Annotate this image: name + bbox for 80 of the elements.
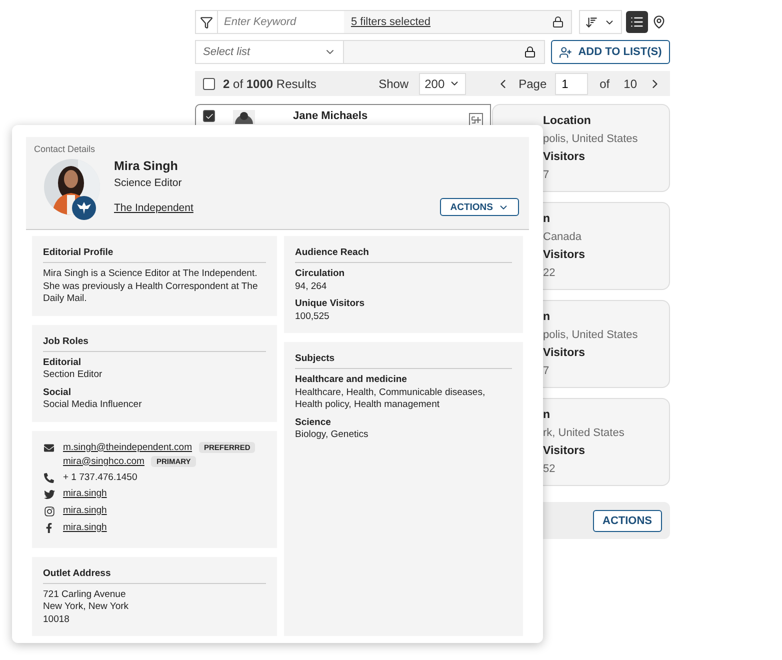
field-value: Social Media Influencer xyxy=(43,399,143,412)
card-value: 52 xyxy=(543,462,556,477)
card-value: 22 xyxy=(543,266,556,281)
card-value: rk, United States xyxy=(543,426,626,441)
twitter-icon xyxy=(44,488,54,500)
card-value: polis, United States xyxy=(543,328,639,343)
card-label: n xyxy=(543,310,552,325)
page-field[interactable]: 1 xyxy=(554,72,588,94)
email-icon xyxy=(44,442,54,452)
card-label: Visitors xyxy=(543,444,586,459)
field-label: Healthcare and medicine xyxy=(295,374,408,386)
add-to-list-button[interactable]: ADD TO LIST(S) xyxy=(551,40,670,64)
address-line: 10018 xyxy=(43,614,70,626)
bird-icon xyxy=(72,196,96,220)
field-label: Science xyxy=(295,416,332,429)
actions-button[interactable]: ACTIONS xyxy=(440,198,519,216)
card-label: Visitors xyxy=(543,248,586,263)
page-size-select[interactable]: 200 xyxy=(418,72,466,94)
list-view-icon xyxy=(630,15,644,29)
card-label: Visitors xyxy=(543,150,586,165)
email-link[interactable]: mira@singhco.com xyxy=(63,456,144,466)
field-value: 94, 264 xyxy=(295,280,328,293)
card-label: Location xyxy=(543,114,592,129)
sort-dropdown[interactable] xyxy=(579,10,622,34)
contact-name: Jane Michaels xyxy=(293,110,368,122)
field-label: Social xyxy=(43,386,72,399)
page-count: 10 xyxy=(624,76,637,90)
field-value: Biology, Genetics xyxy=(295,429,370,442)
select-all-checkbox[interactable] xyxy=(203,78,215,90)
phone-number: + 1 737.476.1450 xyxy=(63,472,138,482)
contact-name: Mira Singh xyxy=(114,159,179,173)
section-title: Contact Details xyxy=(34,144,96,154)
lock-icon xyxy=(524,46,536,58)
panel-heading: Job Roles xyxy=(43,336,266,352)
card-label: n xyxy=(543,408,552,423)
field-value: Healthcare, Health, Communicable diseases, Health policy, Health management xyxy=(295,386,486,412)
facebook-icon xyxy=(44,522,54,532)
card-label: Visitors xyxy=(543,346,586,361)
panel-heading: Audience Reach xyxy=(295,247,512,263)
card-value: 7 xyxy=(543,364,550,379)
keyword-filter-field[interactable]: Enter Keyword 5 filters selected xyxy=(195,10,572,34)
lock-icon xyxy=(552,16,564,28)
list-select[interactable]: Select list xyxy=(195,40,343,64)
field-label: Circulation xyxy=(295,268,346,280)
panel-heading: Outlet Address xyxy=(43,568,266,584)
actions-button[interactable]: ACTIONS xyxy=(592,510,662,532)
phone-icon xyxy=(44,472,54,482)
field-value: Section Editor xyxy=(43,369,104,382)
panel-heading: Editorial Profile xyxy=(43,247,266,263)
map-pin-icon xyxy=(652,15,666,29)
email-link[interactable]: m.singh@theindependent.com xyxy=(63,442,192,452)
show-label: Show xyxy=(378,76,409,90)
list-name-field[interactable] xyxy=(343,40,545,64)
instagram-icon xyxy=(44,506,54,516)
profile-text: Mira Singh is a Science Editor at The Independent. She was previously a Health Correspondent at The Daily Mail. xyxy=(43,268,259,306)
view-toggle[interactable] xyxy=(626,11,648,33)
job-title: Science Editor xyxy=(114,177,183,189)
address-line: New York, New York xyxy=(43,601,130,614)
filters-link[interactable]: 5 filters selected xyxy=(344,11,571,33)
card-value: 7 xyxy=(543,168,550,183)
card-value: Canada xyxy=(543,230,583,245)
social-link[interactable]: mira.singh xyxy=(63,488,107,498)
social-link[interactable]: mira.singh xyxy=(63,522,107,532)
social-link[interactable]: mira.singh xyxy=(63,504,107,516)
address-line: 721 Carling Avenue xyxy=(43,588,127,601)
of-label: of xyxy=(600,76,610,90)
result-checkbox[interactable] xyxy=(203,110,215,122)
card-value: polis, United States xyxy=(543,132,639,147)
check-icon xyxy=(204,112,214,120)
filter-icon xyxy=(200,16,213,28)
field-label: Unique Visitors xyxy=(295,298,366,310)
outlet-link[interactable]: The Independent xyxy=(114,202,194,214)
user-plus-icon xyxy=(559,46,572,58)
sort-icon xyxy=(585,16,598,28)
field-value: 100,525 xyxy=(295,310,330,323)
results-count: 2 of 1000 Results xyxy=(223,76,316,90)
panel-heading: Subjects xyxy=(295,353,512,369)
field-label: Editorial xyxy=(43,356,82,369)
page-label: Page xyxy=(518,76,547,90)
card-label: n xyxy=(543,212,552,227)
